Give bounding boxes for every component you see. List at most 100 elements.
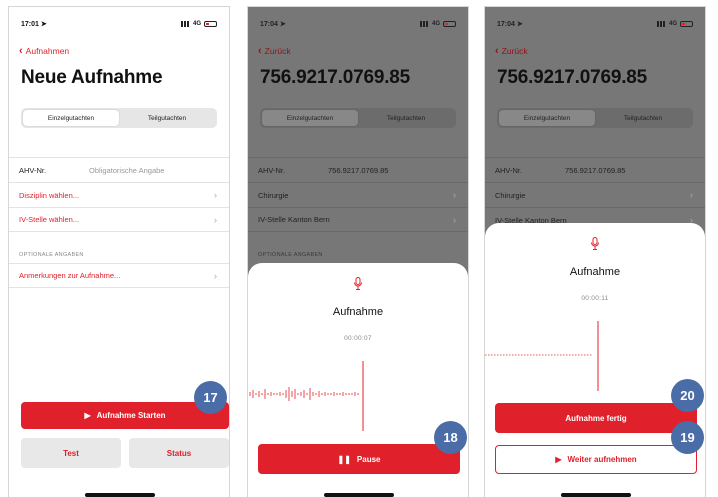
back-button[interactable]: ‹ Aufnahmen [19,45,70,57]
ahv-value: 756.9217.0769.85 [565,165,626,175]
page-title: 756.9217.0769.85 [497,67,648,88]
back-button[interactable]: ‹ Zurück [495,45,528,57]
network-label: 4G [192,21,201,27]
ahv-number-field[interactable]: AHV-Nr. Obligatorische Angabe [9,157,229,182]
back-label: Zurück [264,46,291,56]
pause-label: Pause [356,454,381,464]
status-time: 17:04 [260,21,278,28]
step-badge: 20 [671,379,704,412]
recording-timer: 00:00:11 [581,295,609,302]
battery-icon [204,21,217,27]
step-badge: 18 [434,421,467,454]
segment-partial-report[interactable]: Teilgutachten [595,110,691,126]
location-icon: ➤ [279,21,286,28]
ahv-label: AHV-Nr. [19,165,47,175]
notes-label: Anmerkungen zur Aufnahme... [19,271,121,280]
recording-sheet: Aufnahme 00:00:07 ❚❚ Pause [248,263,468,497]
segment-partial-report[interactable]: Teilgutachten [358,110,454,126]
phone-recording-paused: 17:04 ➤ 4G ‹ Zurück 756.9217.0769.85 Ein… [484,6,706,497]
page-title: Neue Aufnahme [21,67,163,88]
recording-timer: 00:00:07 [344,335,372,342]
chevron-right-icon: › [453,190,456,200]
back-button[interactable]: ‹ Zurück [258,45,291,57]
chevron-left-icon: ‹ [258,45,262,57]
iv-office-picker[interactable]: IV-Stelle wählen... › [9,207,229,232]
back-label: Zurück [501,46,528,56]
chevron-right-icon: › [690,190,693,200]
recording-sheet: Aufnahme 00:00:11 Aufnahme fertig ▶ Weit… [485,223,705,497]
ahv-placeholder: Obligatorische Angabe [89,165,165,175]
iv-office-picker[interactable]: IV-Stelle Kanton Bern › [248,207,468,232]
waveform [249,361,364,431]
segment-partial-report[interactable]: Teilgutachten [119,110,215,126]
report-type-segmented-control: Einzelgutachten Teilgutachten [260,108,456,128]
back-label: Aufnahmen [25,46,70,56]
optional-section-header: OPTIONALE ANGABEN [19,252,84,258]
optional-section-header: OPTIONALE ANGABEN [258,252,323,258]
battery-icon [443,21,456,27]
microphone-icon [354,277,362,290]
pause-button[interactable]: ❚❚ Pause [258,444,460,474]
test-button[interactable]: Test [21,438,121,468]
network-label: 4G [668,21,677,27]
chevron-left-icon: ‹ [19,45,23,57]
location-icon: ➤ [40,21,47,28]
report-type-segmented-control: Einzelgutachten Teilgutachten [21,108,217,128]
iv-office-label: IV-Stelle wählen... [19,215,80,224]
chevron-left-icon: ‹ [495,45,499,57]
home-indicator [561,493,631,497]
status-bar: 17:04 ➤ 4G [260,19,456,29]
location-icon: ➤ [516,21,523,28]
chevron-right-icon: › [214,270,217,281]
network-label: 4G [431,21,440,27]
resume-recording-button[interactable]: ▶ Weiter aufnehmen [495,445,697,474]
recording-title: Aufnahme [332,306,384,318]
ahv-label: AHV-Nr. [495,165,523,175]
status-time: 17:01 [21,21,39,28]
discipline-picker[interactable]: Chirurgie › [248,182,468,207]
status-bar: 17:01 ➤ 4G [21,19,217,29]
play-icon: ▶ [555,455,562,464]
waveform [485,321,599,391]
chevron-right-icon: › [214,190,217,200]
signal-icon [180,21,190,27]
start-recording-label: Aufnahme Starten [96,411,166,420]
discipline-label: Chirurgie [495,190,526,200]
status-bar: 17:04 ➤ 4G [497,19,693,29]
home-indicator [324,493,394,497]
page-title: 756.9217.0769.85 [260,67,411,88]
discipline-picker[interactable]: Chirurgie › [485,182,705,207]
play-icon: ▶ [84,411,91,420]
phone-recording-active: 17:04 ➤ 4G ‹ Zurück 756.9217.0769.85 Ein… [247,6,469,497]
recording-title: Aufnahme [569,266,621,278]
step-badge: 17 [194,381,227,414]
microphone-icon [591,237,599,250]
discipline-label: Disziplin wählen... [19,190,80,200]
status-time: 17:04 [497,21,515,28]
iv-office-label: IV-Stelle Kanton Bern [258,215,330,224]
discipline-label: Chirurgie [258,190,289,200]
ahv-number-field[interactable]: AHV-Nr. 756.9217.0769.85 [485,157,705,182]
status-button[interactable]: Status [129,438,229,468]
signal-icon [656,21,666,27]
resume-recording-label: Weiter aufnehmen [567,455,637,464]
discipline-picker[interactable]: Disziplin wählen... › [9,182,229,207]
pause-icon: ❚❚ [337,454,351,464]
screenshot-stage: 17:01 ➤ 4G ‹ Aufnahmen Neue Aufnahme Ein… [0,0,718,497]
chevron-right-icon: › [453,214,456,225]
step-badge: 19 [671,421,704,454]
battery-icon [680,21,693,27]
report-type-segmented-control: Einzelgutachten Teilgutachten [497,108,693,128]
segment-single-report[interactable]: Einzelgutachten [262,110,358,126]
home-indicator [85,493,155,497]
phone-new-recording: 17:01 ➤ 4G ‹ Aufnahmen Neue Aufnahme Ein… [8,6,230,497]
chevron-right-icon: › [214,214,217,225]
ahv-value: 756.9217.0769.85 [328,165,389,175]
ahv-label: AHV-Nr. [258,165,286,175]
finish-recording-button[interactable]: Aufnahme fertig [495,403,697,433]
segment-single-report[interactable]: Einzelgutachten [499,110,595,126]
signal-icon [419,21,429,27]
notes-field[interactable]: Anmerkungen zur Aufnahme... › [9,263,229,288]
ahv-number-field[interactable]: AHV-Nr. 756.9217.0769.85 [248,157,468,182]
segment-single-report[interactable]: Einzelgutachten [23,110,119,126]
